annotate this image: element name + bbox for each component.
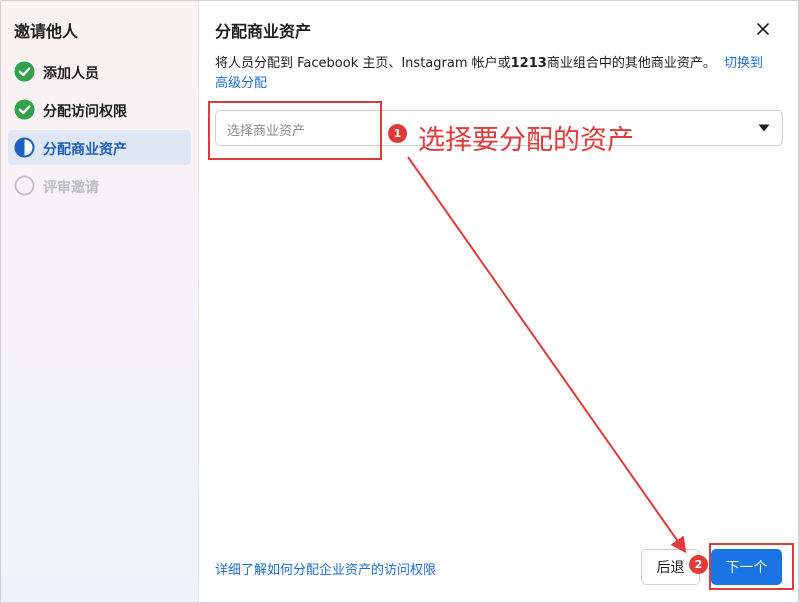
annotation-box-select (208, 101, 382, 160)
description-prefix: 将人员分配到 Facebook 主页、Instagram 帐户或 (215, 56, 511, 71)
main-panel: 分配商业资产 将人员分配到 Facebook 主页、Instagram 帐户或1… (200, 1, 798, 602)
empty-circle-icon (14, 175, 35, 196)
step-label: 评审邀请 (43, 180, 99, 196)
invite-dialog: 邀请他人 添加人员 分配访问权限 分配商业资产 评审邀请 分配商业资产 将人员分… (0, 0, 799, 603)
learn-more-link[interactable]: 详细了解如何分配企业资产的访问权限 (215, 559, 436, 578)
switch-link-line1: 切换到 (723, 56, 763, 71)
sidebar-title: 邀请他人 (14, 22, 79, 41)
caret-down-icon (758, 124, 770, 132)
step-label: 分配访问权限 (43, 104, 127, 120)
step-label: 添加人员 (43, 66, 99, 82)
annotation-badge-2: 2 (689, 555, 708, 574)
switch-link-line2: 高级分配 (215, 76, 268, 91)
check-circle-icon (14, 99, 35, 120)
business-portfolio-id: 1213 (510, 56, 547, 71)
steps-sidebar: 邀请他人 添加人员 分配访问权限 分配商业资产 评审邀请 (1, 1, 199, 602)
annotation-badge-1: 1 (388, 124, 407, 143)
step-assign-assets[interactable]: 分配商业资产 (8, 130, 191, 165)
step-label: 分配商业资产 (43, 142, 127, 158)
annotation-note-1: 选择要分配的资产 (418, 125, 634, 156)
check-circle-icon (14, 61, 35, 82)
description: 将人员分配到 Facebook 主页、Instagram 帐户或1213商业组合… (215, 54, 785, 94)
close-icon[interactable] (753, 19, 773, 39)
description-suffix: 商业组合中的其他商业资产。 (546, 56, 716, 71)
page-title: 分配商业资产 (215, 22, 312, 41)
half-circle-icon (14, 137, 35, 158)
annotation-box-next (709, 543, 794, 590)
step-review-invite[interactable]: 评审邀请 (8, 168, 191, 203)
step-add-people[interactable]: 添加人员 (8, 54, 191, 89)
step-assign-access[interactable]: 分配访问权限 (8, 92, 191, 127)
